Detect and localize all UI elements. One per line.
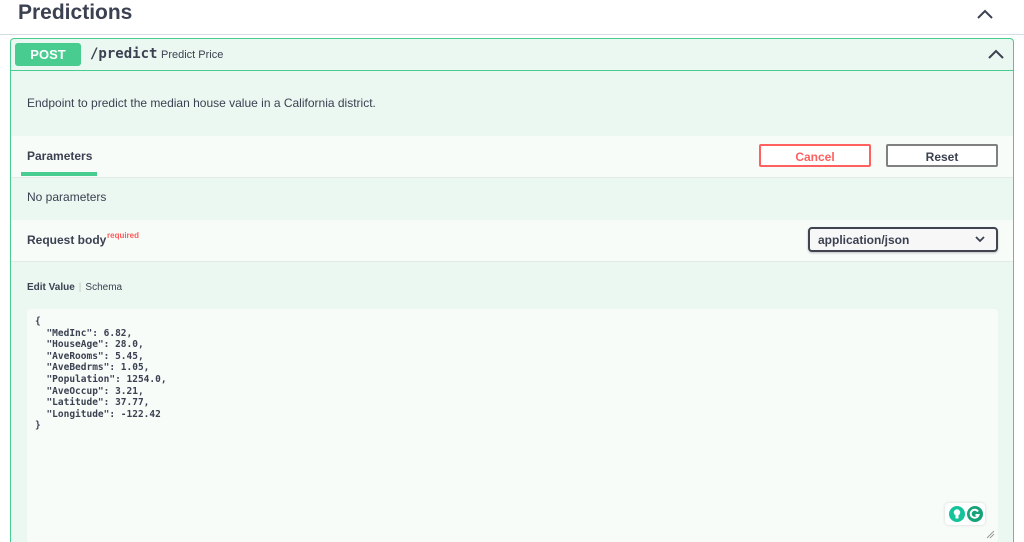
request-body-editor[interactable]: { "MedInc": 6.82, "HouseAge": 28.0, "Ave… xyxy=(27,309,998,542)
request-body-header: Request body required application/json xyxy=(11,220,1013,262)
endpoint-summary-text: Predict Price xyxy=(161,49,224,61)
chevron-up-icon[interactable] xyxy=(986,47,1006,62)
tab-edit-value[interactable]: Edit Value xyxy=(27,282,75,293)
endpoint-description: Endpoint to predict the median house val… xyxy=(27,96,376,110)
lightbulb-icon[interactable] xyxy=(948,505,966,523)
cancel-button[interactable]: Cancel xyxy=(759,144,871,167)
endpoint-summary[interactable]: POST /predict Predict Price xyxy=(11,39,1013,71)
grammarly-icon[interactable] xyxy=(966,505,984,523)
endpoint-block: POST /predict Predict Price Endpoint to … xyxy=(10,38,1014,542)
content-type-value: application/json xyxy=(818,233,910,247)
value-tabs: Edit Value | Schema xyxy=(27,282,122,293)
endpoint-path: /predict xyxy=(90,46,158,62)
tab-divider: | xyxy=(78,282,82,293)
parameters-header: Parameters Cancel Reset xyxy=(11,136,1013,178)
request-body-label: Request body xyxy=(27,233,107,247)
editor-extension-icons xyxy=(945,503,985,525)
tab-parameters[interactable]: Parameters xyxy=(27,149,92,163)
tab-schema[interactable]: Schema xyxy=(85,282,122,293)
no-parameters-text: No parameters xyxy=(27,190,107,204)
chevron-down-icon xyxy=(975,236,985,243)
required-marker: required xyxy=(107,231,140,240)
resize-handle-icon[interactable] xyxy=(985,529,995,539)
tab-active-indicator xyxy=(21,172,97,176)
content-type-select[interactable]: application/json xyxy=(808,227,998,252)
section-title: Predictions xyxy=(18,1,133,24)
chevron-up-icon[interactable] xyxy=(974,6,996,22)
section-header[interactable]: Predictions xyxy=(0,0,1024,35)
method-badge: POST xyxy=(15,43,81,66)
request-body-json[interactable]: { "MedInc": 6.82, "HouseAge": 28.0, "Ave… xyxy=(35,316,167,432)
reset-button[interactable]: Reset xyxy=(886,144,998,167)
